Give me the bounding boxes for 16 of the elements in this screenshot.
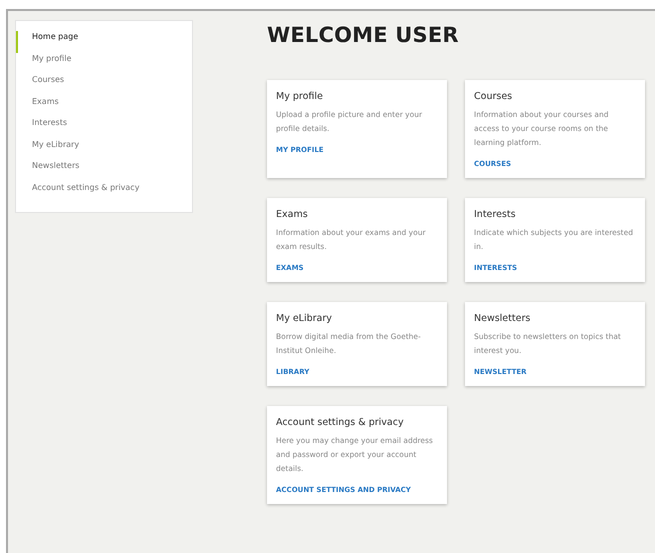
sidebar-item[interactable]: Home page: [16, 31, 78, 52]
sidebar-item[interactable]: Interests: [16, 117, 67, 138]
sidebar-item[interactable]: Courses: [16, 74, 64, 96]
sidebar-item[interactable]: Account settings & privacy: [16, 182, 140, 203]
card-title: Courses: [474, 91, 512, 102]
card-title: Exams: [276, 209, 308, 220]
card-title: My profile: [276, 91, 323, 102]
sidebar-item[interactable]: My eLibrary: [16, 138, 80, 160]
card-title: Interests: [474, 209, 516, 220]
card-title: Newsletters: [474, 313, 530, 324]
page-heading: WELCOME USER: [267, 23, 460, 49]
sidebar-item[interactable]: My profile: [16, 52, 72, 74]
card-title: Account settings & privacy: [276, 417, 404, 428]
card-title: My eLibrary: [276, 313, 332, 324]
sidebar-item[interactable]: Exams: [16, 96, 59, 117]
sidebar-item[interactable]: Newsletters: [16, 160, 80, 182]
